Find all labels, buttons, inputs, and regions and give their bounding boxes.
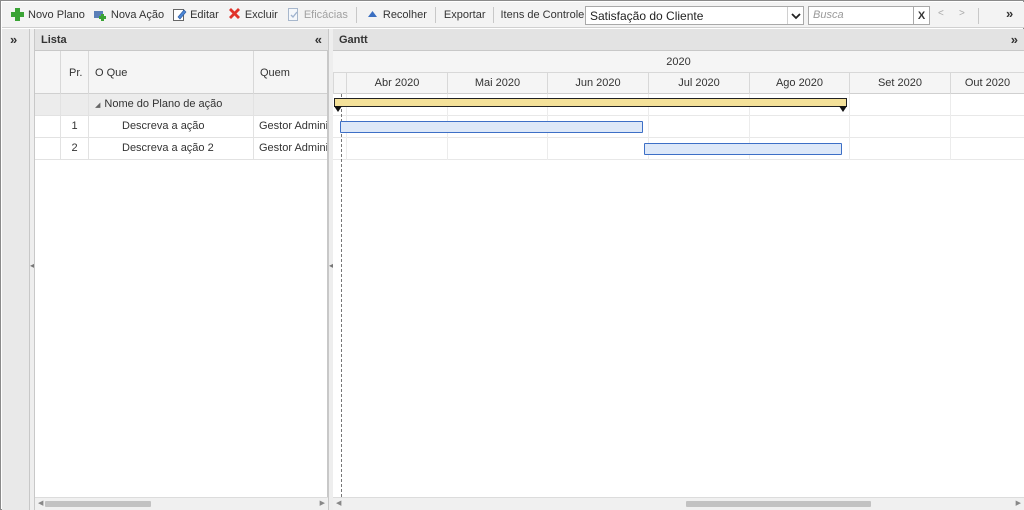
- chevron-down-icon[interactable]: [787, 7, 803, 24]
- toolbar-separator: [434, 6, 436, 23]
- gantt-gridline: [950, 94, 951, 160]
- list-grid: Pr. O Que Quem ◢ Nome do Plano de ação 1 …: [35, 51, 328, 497]
- plus-icon: [10, 7, 25, 22]
- task-bar[interactable]: [340, 121, 643, 133]
- gantt-chart: 2020 Abr 2020 Mai 2020 Jun 2020 Jul 2020…: [333, 51, 1024, 497]
- row-who: Gestor Administrador: [259, 120, 328, 132]
- column-header-what[interactable]: O Que: [89, 51, 254, 94]
- month-header: Out 2020: [950, 73, 1024, 94]
- summary-end-cap: [839, 106, 847, 112]
- list-horizontal-scrollbar[interactable]: ◀ ▶: [35, 497, 328, 510]
- new-plan-label: Novo Plano: [28, 8, 85, 21]
- list-header-row: Pr. O Que Quem: [35, 51, 327, 94]
- list-panel-header: Lista «: [35, 29, 328, 51]
- table-row[interactable]: 1 Descreva a ação Gestor Administrador: [35, 116, 328, 138]
- month-header: Jul 2020: [648, 73, 749, 94]
- collapse-button[interactable]: Recolher: [361, 4, 431, 26]
- row-indicator: [35, 138, 61, 160]
- efficacies-label: Eficácias: [303, 8, 348, 21]
- month-header-partial: [333, 73, 346, 94]
- collapse-triangle-icon[interactable]: ◢: [95, 102, 100, 109]
- new-plan-button[interactable]: Novo Plano: [6, 4, 89, 26]
- toolbar-separator: [355, 6, 357, 23]
- delete-button[interactable]: Excluir: [223, 4, 282, 26]
- gantt-months-header: Abr 2020 Mai 2020 Jun 2020 Jul 2020 Ago …: [333, 73, 1024, 94]
- search-input[interactable]: Busca: [808, 6, 914, 25]
- gantt-horizontal-scrollbar[interactable]: ◀ ▶: [333, 497, 1024, 510]
- row-what: Descreva a ação 2: [89, 138, 254, 160]
- app-frame: Novo Plano Nova Ação Editar Excluir Efic…: [0, 0, 1024, 510]
- splitter-arrow-icon: ◂: [30, 261, 35, 270]
- gantt-panel-header: Gantt »: [333, 29, 1024, 51]
- month-header: Mai 2020: [447, 73, 547, 94]
- row-indicator: [35, 116, 61, 138]
- efficacies-button[interactable]: Eficácias: [282, 4, 352, 26]
- edit-label: Editar: [190, 8, 219, 21]
- export-button[interactable]: Exportar: [440, 4, 490, 26]
- prev-icon[interactable]: <: [938, 8, 944, 19]
- row-what: Descreva a ação: [89, 116, 254, 138]
- clear-search-button[interactable]: X: [914, 6, 930, 25]
- month-header: Jun 2020: [547, 73, 648, 94]
- new-action-label: Nova Ação: [110, 8, 165, 21]
- export-label: Exportar: [443, 8, 486, 21]
- control-items-label: Itens de Controle:: [500, 8, 588, 21]
- list-panel-title: Lista: [41, 34, 67, 46]
- group-row-cell: ◢ Nome do Plano de ação: [89, 94, 254, 116]
- column-header-priority[interactable]: Pr.: [61, 51, 89, 94]
- scroll-left-icon[interactable]: ◀: [336, 499, 341, 507]
- task-bar[interactable]: [644, 143, 842, 155]
- delete-label: Excluir: [244, 8, 278, 21]
- summary-start-cap: [334, 106, 342, 112]
- list-scroll-thumb[interactable]: [45, 501, 151, 507]
- row-who: [254, 94, 327, 116]
- toolbar-more-icon[interactable]: »: [1006, 6, 1013, 21]
- scroll-right-icon[interactable]: ▶: [1016, 499, 1021, 507]
- edit-icon: [172, 7, 187, 22]
- expand-gantt-icon[interactable]: »: [1011, 29, 1018, 51]
- document-check-icon: [286, 7, 301, 22]
- column-header-who[interactable]: Quem: [254, 51, 327, 94]
- control-items-value: Satisfação do Cliente: [590, 8, 704, 23]
- control-items-select[interactable]: Satisfação do Cliente: [585, 6, 804, 25]
- row-priority: 2: [61, 138, 89, 160]
- edit-button[interactable]: Editar: [168, 4, 223, 26]
- row-priority: 1: [61, 116, 89, 138]
- next-icon[interactable]: >: [959, 8, 965, 19]
- summary-bar[interactable]: [334, 98, 847, 107]
- scroll-left-icon[interactable]: ◀: [38, 499, 43, 507]
- row-indicator: [35, 94, 61, 116]
- delete-x-icon: [227, 7, 242, 22]
- month-header: Abr 2020: [346, 73, 447, 94]
- expand-left-icon[interactable]: »: [10, 32, 17, 47]
- collapse-list-icon[interactable]: «: [315, 29, 322, 51]
- group-row[interactable]: ◢ Nome do Plano de ação: [35, 94, 327, 116]
- gantt-panel-title: Gantt: [339, 34, 368, 46]
- gantt-gridline: [849, 94, 850, 160]
- group-row-label: Nome do Plano de ação: [104, 98, 223, 110]
- collapse-label: Recolher: [382, 8, 427, 21]
- new-action-button[interactable]: Nova Ação: [89, 4, 168, 26]
- toolbar-separator: [493, 6, 495, 23]
- row-priority: [61, 94, 89, 116]
- table-row[interactable]: 2 Descreva a ação 2 Gestor Administrador: [35, 138, 328, 160]
- triangle-up-icon: [365, 7, 380, 22]
- row-who: Gestor Administrador: [259, 142, 328, 154]
- today-marker-line: [341, 94, 342, 497]
- gantt-year-header: 2020: [333, 51, 1024, 73]
- left-collapsed-panel: »: [2, 29, 30, 510]
- month-header: Ago 2020: [749, 73, 849, 94]
- list-header-indicator: [35, 51, 61, 94]
- month-header: Set 2020: [849, 73, 950, 94]
- add-action-icon: [93, 7, 108, 22]
- gantt-scroll-thumb[interactable]: [686, 501, 871, 507]
- scroll-right-icon[interactable]: ▶: [320, 499, 325, 507]
- toolbar-separator: [978, 8, 979, 24]
